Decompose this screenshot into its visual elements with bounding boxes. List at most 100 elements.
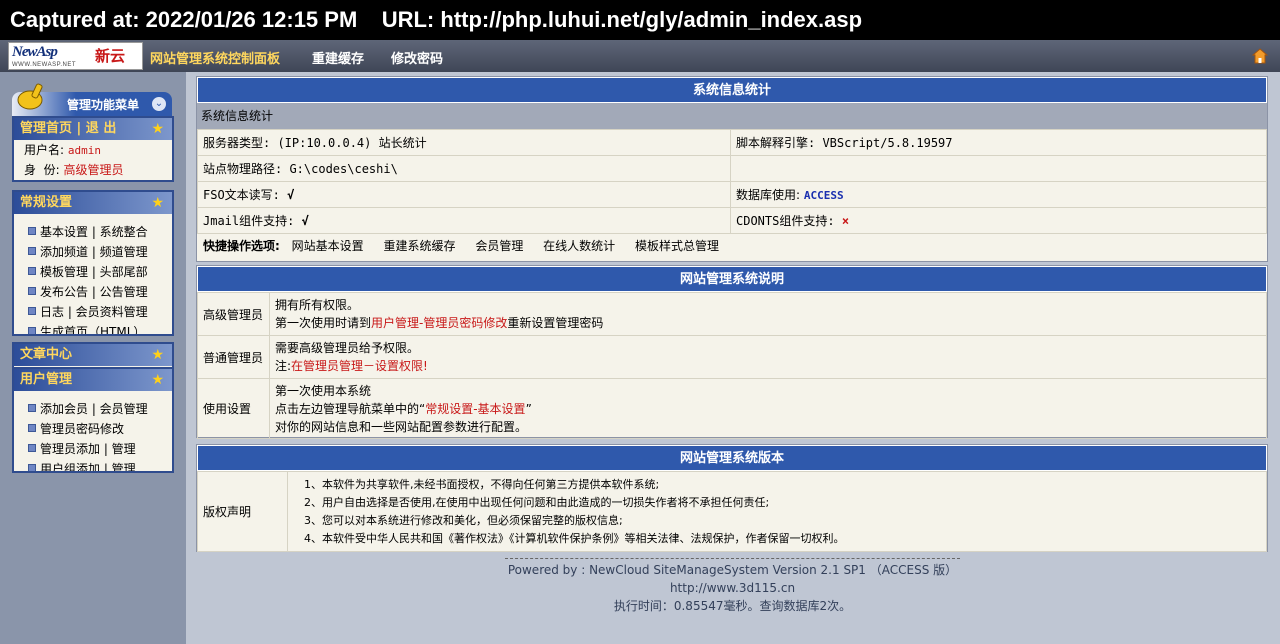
role-row: 身 份: 高级管理员 bbox=[14, 160, 172, 180]
menu-item-basic[interactable]: 基本设置 | 系统整合 bbox=[14, 222, 172, 242]
footer: Powered by : NewCloud SiteManageSystem V… bbox=[505, 558, 960, 615]
logo-cn: 新云 bbox=[95, 47, 126, 65]
desc-senior-pre: 第一次使用时请到 bbox=[275, 316, 372, 330]
quick-actions: 快捷操作选项: 网站基本设置 重建系统缓存 会员管理 在线人数统计 模板样式总管… bbox=[197, 234, 1267, 258]
copyright-line-1: 1、本软件为共享软件,未经书面授权，不得向任何第三方提供本软件系统; bbox=[304, 477, 660, 491]
desc-senior-line1: 拥有所有权限。 bbox=[275, 298, 360, 312]
menu-item-channel[interactable]: 添加频道 | 频道管理 bbox=[14, 242, 172, 262]
general-settings-head[interactable]: 常规设置 ★ bbox=[14, 192, 172, 214]
menu-item-html[interactable]: 生成首页（HTML） bbox=[14, 322, 172, 334]
system-info-subheader: 系统信息统计 bbox=[197, 103, 1267, 129]
desc-senior-link[interactable]: 用户管理-管理员密码修改 bbox=[371, 316, 507, 330]
general-settings-panel: 常规设置 ★ 基本设置 | 系统整合 添加频道 | 频道管理 模板管理 | 头部尾… bbox=[12, 190, 174, 336]
jmail-row: Jmail组件支持: √ bbox=[197, 207, 731, 234]
copyright-line-3: 3、您可以对本系统进行修改和美化，但必须保留完整的版权信息; bbox=[304, 513, 623, 527]
desc-normal-link[interactable]: 在管理员管理－设置权限! bbox=[291, 359, 428, 373]
home-panel: 管理首页 | 退 出 ★ 用户名: admin 身 份: 高级管理员 bbox=[12, 116, 174, 182]
star-icon: ★ bbox=[151, 347, 164, 363]
description-header: 网站管理系统说明 bbox=[197, 266, 1267, 292]
db-value: ACCESS bbox=[803, 189, 844, 202]
role-label: 身 份: bbox=[24, 163, 60, 177]
desc-usage-link[interactable]: 常规设置-基本设置 bbox=[425, 402, 525, 416]
star-icon: ★ bbox=[151, 372, 164, 388]
control-panel-title[interactable]: 网站管理系统控制面板 bbox=[150, 48, 280, 67]
desc-usage: 第一次使用本系统 点击左边管理导航菜单中的“常规设置-基本设置” 对你的网站信息… bbox=[269, 378, 1267, 439]
star-icon: ★ bbox=[151, 195, 164, 211]
menu-item-admin-password[interactable]: 管理员密码修改 bbox=[14, 419, 172, 439]
menu-item-group-add[interactable]: 用户组添加 | 管理 bbox=[14, 459, 172, 471]
username-value: admin bbox=[67, 144, 101, 157]
desc-usage-line3: 对你的网站信息和一些网站配置参数进行配置。 bbox=[275, 419, 528, 434]
general-settings-title: 常规设置 bbox=[20, 195, 73, 210]
desc-usage-line2: 点击左边管理导航菜单中的“常规设置-基本设置” bbox=[275, 400, 1261, 418]
role-value: 高级管理员 bbox=[63, 163, 124, 177]
footer-exec-time: 执行时间：0.85547毫秒。查询数据库2次。 bbox=[613, 599, 852, 613]
quick-link-members[interactable]: 会员管理 bbox=[475, 239, 523, 253]
desc-usage-line1: 第一次使用本系统 bbox=[275, 383, 372, 398]
desc-senior-post: 重新设置管理密码 bbox=[507, 316, 604, 330]
home-icon[interactable] bbox=[1252, 48, 1268, 64]
check-icon: √ bbox=[301, 214, 309, 228]
fso-row: FSO文本读写: √ bbox=[197, 181, 731, 208]
menu-item-announcement[interactable]: 发布公告 | 公告管理 bbox=[14, 282, 172, 302]
copyright-line-2: 2、用户自由选择是否使用,在使用中出现任何问题和由此造成的一切损失作者将不承担任… bbox=[304, 495, 770, 509]
copyright-text: 1、本软件为共享软件,未经书面授权，不得向任何第三方提供本软件系统; 2、用户自… bbox=[287, 471, 1267, 552]
article-center-panel: 文章中心 ★ bbox=[12, 342, 174, 368]
home-panel-head[interactable]: 管理首页 | 退 出 ★ bbox=[14, 118, 172, 140]
menu-item-log[interactable]: 日志 | 会员资料管理 bbox=[14, 302, 172, 322]
menu-logo-icon bbox=[17, 83, 43, 110]
db-label: 数据库使用: bbox=[736, 188, 801, 202]
footer-url[interactable]: http://www.3d115.cn bbox=[505, 579, 960, 597]
quick-link-online[interactable]: 在线人数统计 bbox=[543, 239, 615, 253]
desc-label-senior: 高级管理员 bbox=[197, 292, 270, 336]
check-icon: √ bbox=[287, 188, 295, 202]
physical-path: 站点物理路径: G:\codes\ceshi\ bbox=[197, 155, 731, 182]
newasp-logo[interactable]: NewAsp 新云 WWW.NEWASP.NET bbox=[8, 42, 143, 70]
menu-title-bar: 管理功能菜单 ⌄ bbox=[12, 83, 172, 116]
desc-label-normal: 普通管理员 bbox=[197, 335, 270, 379]
user-management-panel: 用户管理 ★ 添加会员 | 会员管理 管理员密码修改 管理员添加 | 管理 用户组… bbox=[12, 367, 174, 473]
script-engine: 脚本解释引擎: VBScript/5.8.19597 bbox=[730, 129, 1267, 156]
menu-item-template[interactable]: 模板管理 | 头部尾部 bbox=[14, 262, 172, 282]
description-box: 网站管理系统说明 高级管理员 拥有所有权限。 第一次使用时请到用户管理-管理员密… bbox=[196, 265, 1268, 439]
cross-icon: × bbox=[841, 214, 850, 228]
server-type: 服务器类型: (IP:10.0.0.4) 站长统计 bbox=[197, 129, 731, 156]
desc-usage-post: ” bbox=[525, 401, 532, 416]
menu-title: 管理功能菜单 bbox=[67, 98, 140, 112]
system-info-header: 系统信息统计 bbox=[197, 77, 1267, 103]
rebuild-cache-link[interactable]: 重建缓存 bbox=[312, 48, 364, 67]
quick-link-basic[interactable]: 网站基本设置 bbox=[292, 239, 364, 253]
top-nav: NewAsp 新云 WWW.NEWASP.NET 网站管理系统控制面板 重建缓存… bbox=[0, 40, 1280, 72]
user-management-head[interactable]: 用户管理 ★ bbox=[14, 369, 172, 391]
desc-senior-line2: 第一次使用时请到用户管理-管理员密码修改重新设置管理密码 bbox=[275, 314, 1261, 332]
home-logout-link[interactable]: 管理首页 | 退 出 bbox=[20, 121, 116, 136]
system-info-box: 系统信息统计 系统信息统计 服务器类型: (IP:10.0.0.4) 站长统计 … bbox=[196, 76, 1268, 262]
desc-usage-pre: 点击左边管理导航菜单中的“ bbox=[275, 401, 426, 416]
capture-banner: Captured at: 2022/01/26 12:15 PM URL: ht… bbox=[0, 0, 1280, 40]
collapse-icon[interactable]: ⌄ bbox=[151, 96, 167, 112]
db-row: 数据库使用: ACCESS bbox=[730, 181, 1267, 208]
fso-label: FSO文本读写: bbox=[203, 188, 280, 202]
empty-cell bbox=[730, 155, 1267, 182]
user-management-title: 用户管理 bbox=[20, 372, 73, 387]
copyright-label: 版权声明 bbox=[197, 471, 288, 552]
change-password-link[interactable]: 修改密码 bbox=[391, 48, 443, 67]
version-header: 网站管理系统版本 bbox=[197, 445, 1267, 471]
desc-normal: 需要高级管理员给予权限。 注:在管理员管理－设置权限! bbox=[269, 335, 1267, 379]
desc-senior: 拥有所有权限。 第一次使用时请到用户管理-管理员密码修改重新设置管理密码 bbox=[269, 292, 1267, 336]
desc-normal-line1: 需要高级管理员给予权限。 bbox=[275, 341, 420, 355]
article-center-head[interactable]: 文章中心 ★ bbox=[14, 344, 172, 366]
desc-normal-line2: 注:在管理员管理－设置权限! bbox=[275, 357, 1261, 375]
description-table: 高级管理员 拥有所有权限。 第一次使用时请到用户管理-管理员密码修改重新设置管理… bbox=[197, 292, 1267, 439]
jmail-label: Jmail组件支持: bbox=[203, 214, 295, 228]
quick-link-cache[interactable]: 重建系统缓存 bbox=[383, 239, 455, 253]
version-box: 网站管理系统版本 版权声明 1、本软件为共享软件,未经书面授权，不得向任何第三方… bbox=[196, 444, 1268, 552]
menu-item-add-member[interactable]: 添加会员 | 会员管理 bbox=[14, 399, 172, 419]
copyright-line-4: 4、本软件受中华人民共和国《著作权法》《计算机软件保护条例》等相关法律、法规保护… bbox=[304, 531, 845, 545]
quick-actions-label: 快捷操作选项: bbox=[203, 239, 280, 253]
quick-link-templates[interactable]: 模板样式总管理 bbox=[635, 239, 719, 253]
desc-normal-pre: 注: bbox=[275, 359, 292, 373]
menu-item-admin-add[interactable]: 管理员添加 | 管理 bbox=[14, 439, 172, 459]
logo-main: NewAsp bbox=[12, 44, 58, 60]
cdonts-label: CDONTS组件支持: bbox=[736, 214, 835, 228]
